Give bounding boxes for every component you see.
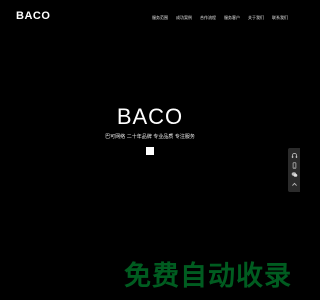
top-navigation-bar: BACO 服务范围 成功案例 合作流程 服务客户 关于我们 联系我们: [0, 0, 300, 34]
headset-icon[interactable]: [290, 152, 298, 160]
site-logo[interactable]: BACO: [16, 10, 50, 22]
nav-item-about[interactable]: 关于我们: [248, 14, 264, 22]
nav-item-contact[interactable]: 联系我们: [272, 14, 288, 22]
wechat-icon[interactable]: [290, 171, 298, 179]
nav-item-process[interactable]: 合作流程: [200, 14, 216, 22]
main-nav: 服务范围 成功案例 合作流程 服务客户 关于我们 联系我们: [152, 14, 288, 22]
nav-item-cases[interactable]: 成功案例: [176, 14, 192, 22]
watermark-banner: 免费自动收录: [122, 256, 292, 292]
floating-side-toolbar: [288, 148, 300, 192]
arrow-up-icon[interactable]: [290, 180, 298, 188]
watermark-text: 免费自动收录: [124, 260, 292, 292]
nav-item-services[interactable]: 服务范围: [152, 14, 168, 22]
hero-subtitle: 巴可网络 二十年品牌 专业品质 专注服务: [105, 134, 195, 140]
phone-icon[interactable]: [290, 161, 298, 169]
nav-item-clients[interactable]: 服务客户: [224, 14, 240, 22]
scroll-down-button[interactable]: [146, 147, 154, 155]
hero-title: BACO: [116, 104, 184, 129]
